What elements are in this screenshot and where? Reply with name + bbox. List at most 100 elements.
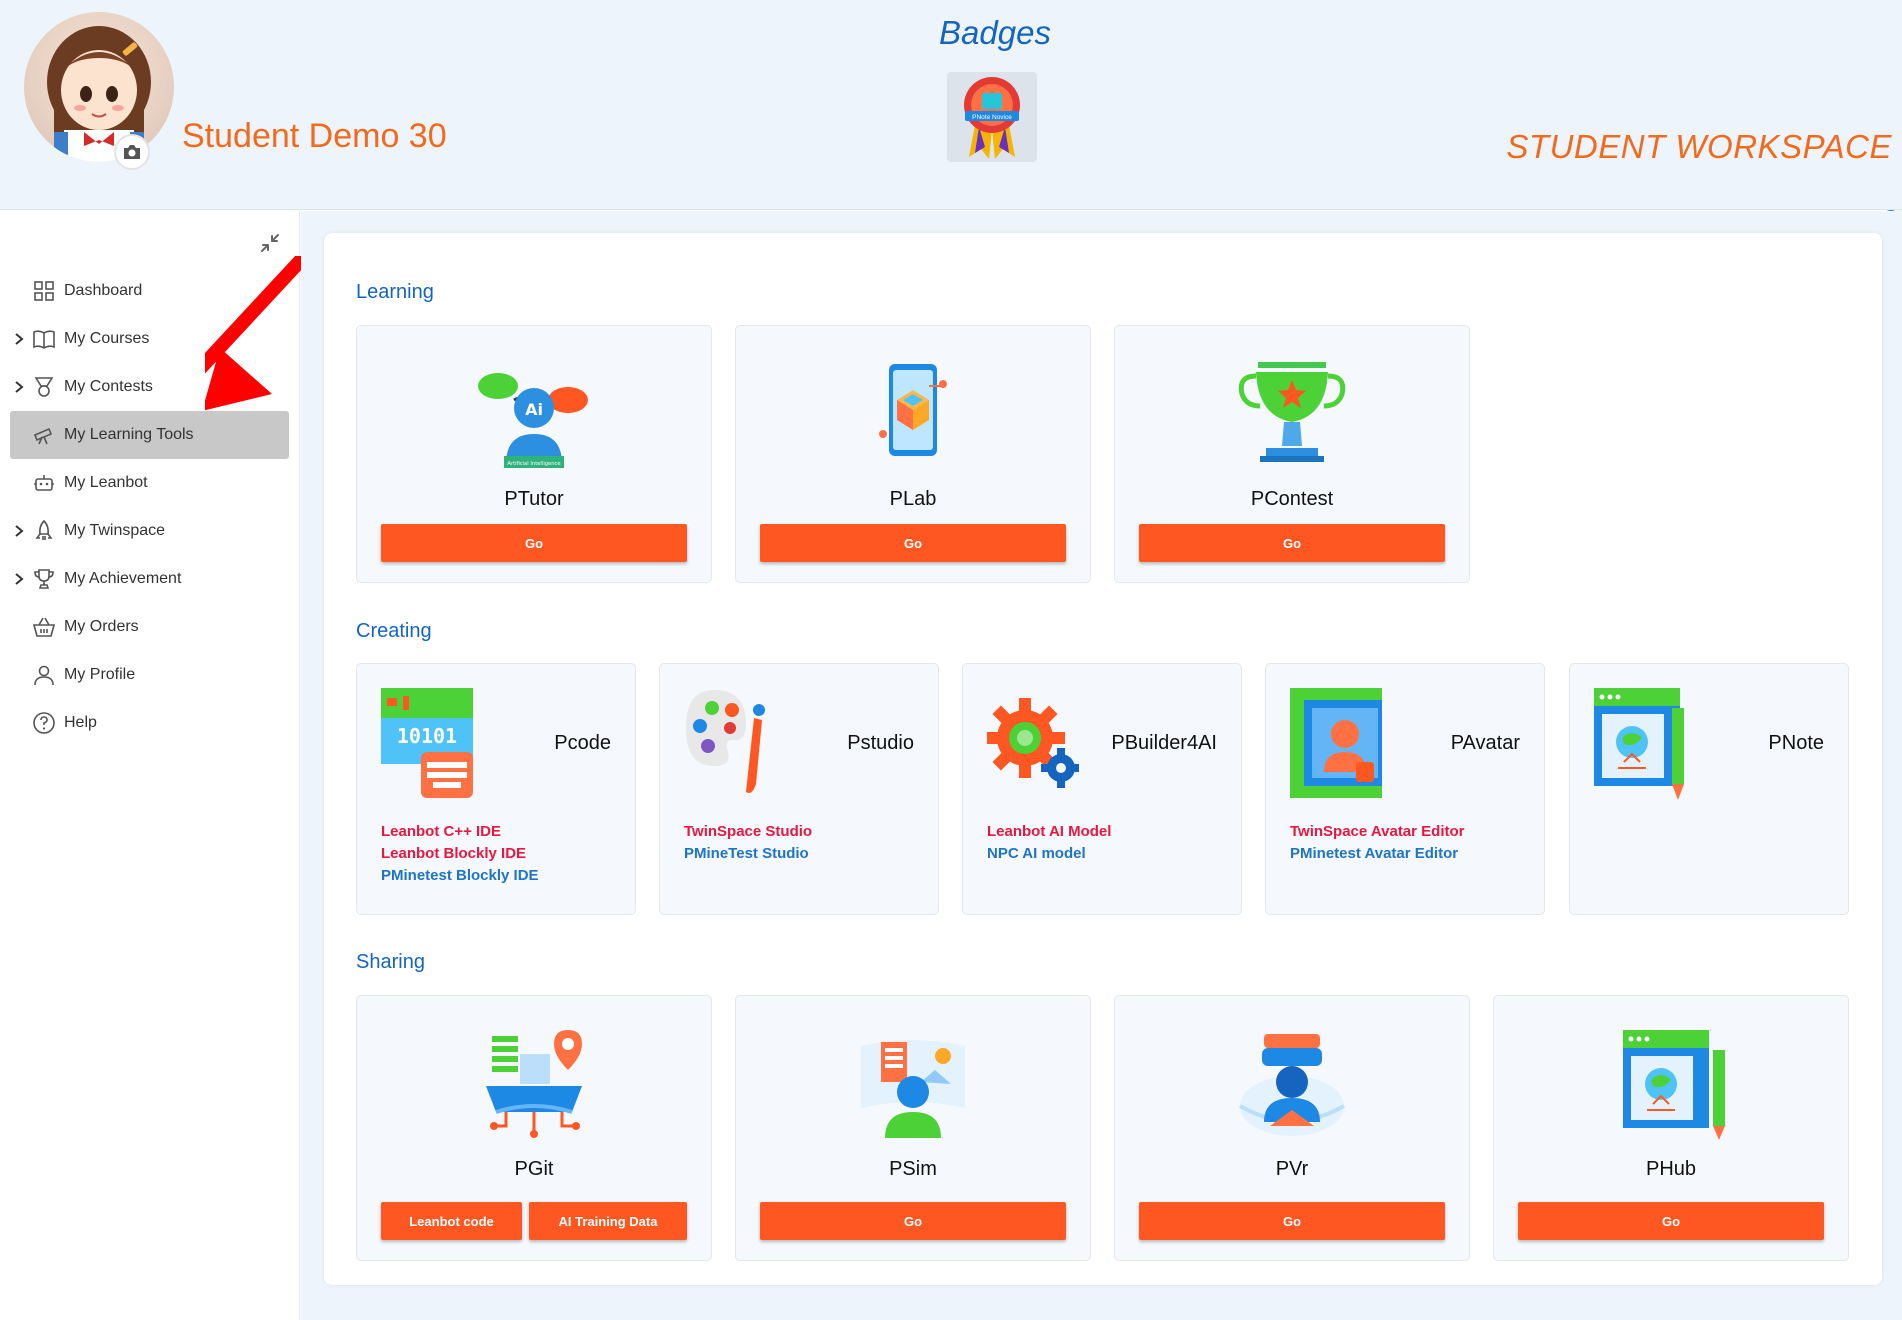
avatar-editor-icon (1290, 688, 1382, 798)
card-pavatar: PAvatar TwinSpace Avatar Editor PMinetes… (1265, 663, 1545, 915)
sidebar-item-label: My Orders (64, 618, 139, 635)
book-icon (33, 330, 55, 349)
plab-go-button[interactable]: Go (760, 524, 1066, 562)
telescope-icon (33, 427, 53, 445)
link-pminetest-avatar-editor[interactable]: PMinetest Avatar Editor (1290, 843, 1465, 865)
sidebar-item-label: My Courses (64, 330, 150, 347)
ptutor-go-button[interactable]: Go (381, 524, 687, 562)
section-title-sharing: Sharing (356, 951, 425, 973)
pcontest-go-button[interactable]: Go (1139, 524, 1445, 562)
card-title: PSim (889, 1158, 937, 1180)
camera-icon[interactable] (114, 134, 150, 170)
link-pminetest-studio[interactable]: PMineTest Studio (684, 843, 812, 865)
pgit-leanbot-code-button[interactable]: Leanbot code (381, 1202, 522, 1240)
psim-go-button[interactable]: Go (760, 1202, 1066, 1240)
card-pcode: 10101 Pcode Leanbot C++ IDE Leanbot Bloc… (356, 663, 636, 915)
sidebar-item-help[interactable]: Help (10, 699, 289, 747)
pvr-go-button[interactable]: Go (1139, 1202, 1445, 1240)
card-title: Pstudio (847, 732, 914, 754)
sidebar-item-label: Help (64, 714, 97, 731)
svg-text:Ai: Ai (525, 400, 543, 419)
link-twinspace-studio[interactable]: TwinSpace Studio (684, 821, 812, 843)
medal-icon (34, 377, 54, 397)
main-content: Learning Ai Artificial Intelligence PTut… (301, 211, 1902, 1320)
section-title-learning: Learning (356, 281, 434, 303)
contest-trophy-icon (1238, 362, 1346, 462)
sidebar-item-label: My Learning Tools (64, 426, 194, 443)
card-title: PGit (514, 1158, 554, 1180)
sidebar-item-label: My Leanbot (64, 474, 148, 491)
card-pcontest: PContest Go (1114, 325, 1470, 583)
badge-label: PNote Novice (972, 114, 1012, 121)
sidebar-item-my-profile[interactable]: My Profile (10, 651, 289, 699)
sidebar-item-my-twinspace[interactable]: My Twinspace (10, 507, 289, 555)
rocket-icon (35, 519, 53, 540)
card-title: PVr (1275, 1158, 1309, 1180)
git-repository-icon (486, 1030, 582, 1138)
link-pminetest-blockly-ide[interactable]: PMinetest Blockly IDE (381, 865, 539, 887)
pbuilder4ai-links: Leanbot AI Model NPC AI model (987, 821, 1111, 865)
link-npc-ai-model[interactable]: NPC AI model (987, 843, 1111, 865)
chevron-right-icon[interactable] (12, 379, 26, 395)
card-pnote: PNote (1569, 663, 1849, 915)
badge-ribbon-icon: PNote Novice (964, 77, 1020, 159)
sidebar-item-my-leanbot[interactable]: My Leanbot (10, 459, 289, 507)
card-pbuilder4ai: PBuilder4AI Leanbot AI Model NPC AI mode… (962, 663, 1242, 915)
vr-headset-icon (1239, 1034, 1345, 1136)
sidebar-item-my-achievement[interactable]: My Achievement (10, 555, 289, 603)
link-leanbot-cpp-ide[interactable]: Leanbot C++ IDE (381, 821, 539, 843)
card-title: PLab (889, 488, 937, 510)
link-twinspace-avatar-editor[interactable]: TwinSpace Avatar Editor (1290, 821, 1465, 843)
code-keyboard-icon: 10101 (381, 688, 473, 798)
section-title-creating: Creating (356, 620, 432, 642)
basket-icon (32, 617, 56, 637)
ai-tutor-icon: Ai Artificial Intelligence (478, 373, 588, 468)
badges-title: Badges (939, 14, 1051, 51)
card-title: PContest (1250, 488, 1334, 510)
sidebar-item-label: My Achievement (64, 570, 182, 587)
card-title: PHub (1645, 1158, 1697, 1180)
chevron-right-icon[interactable] (12, 331, 26, 347)
pcode-icon-text: 10101 (397, 724, 457, 748)
pavatar-links: TwinSpace Avatar Editor PMinetest Avatar… (1290, 821, 1465, 865)
sidebar-item-my-learning-tools[interactable]: My Learning Tools (10, 411, 289, 459)
pcode-links: Leanbot C++ IDE Leanbot Blockly IDE PMin… (381, 821, 539, 887)
robot-icon (34, 475, 54, 491)
pgit-ai-training-data-button[interactable]: AI Training Data (529, 1202, 687, 1240)
simulation-icon (861, 1040, 965, 1138)
sidebar-item-label: My Twinspace (64, 522, 166, 539)
chevron-right-icon[interactable] (12, 523, 26, 539)
card-psim: PSim Go (735, 995, 1091, 1261)
note-browser-icon (1594, 688, 1684, 800)
link-leanbot-blockly-ide[interactable]: Leanbot Blockly IDE (381, 843, 539, 865)
annotation-arrow-icon (205, 256, 305, 411)
badge-pnote-novice[interactable]: PNote Novice (947, 72, 1037, 162)
card-title: PBuilder4AI (1111, 732, 1217, 754)
header: Student Demo 30 Badges PNote Novice STUD… (0, 0, 1902, 210)
card-title: PTutor (504, 488, 564, 510)
card-pvr: PVr Go (1114, 995, 1470, 1261)
card-pgit: PGit Leanbot code AI Training Data (356, 995, 712, 1261)
tools-panel: Learning Ai Artificial Intelligence PTut… (324, 233, 1882, 1285)
help-icon (33, 712, 55, 734)
trophy-icon (34, 569, 54, 589)
card-pstudio: Pstudio TwinSpace Studio PMineTest Studi… (659, 663, 939, 915)
hub-browser-icon (1623, 1030, 1725, 1140)
card-ptutor: Ai Artificial Intelligence PTutor Go (356, 325, 712, 583)
chevron-right-icon[interactable] (12, 571, 26, 587)
card-plab: PLab Go (735, 325, 1091, 583)
workspace-label: STUDENT WORKSPACE (1506, 128, 1892, 165)
sidebar-item-my-orders[interactable]: My Orders (10, 603, 289, 651)
phub-go-button[interactable]: Go (1518, 1202, 1824, 1240)
lab-device-icon (879, 364, 947, 456)
paint-palette-icon (686, 690, 765, 793)
link-leanbot-ai-model[interactable]: Leanbot AI Model (987, 821, 1111, 843)
card-title: PAvatar (1450, 732, 1520, 754)
card-title: PNote (1768, 732, 1824, 754)
card-title: Pcode (554, 732, 611, 754)
grid-icon (34, 281, 54, 301)
avatar[interactable] (24, 12, 174, 162)
gears-icon (987, 698, 1079, 788)
sidebar-item-label: Dashboard (64, 282, 143, 299)
collapse-icon[interactable] (256, 229, 284, 257)
